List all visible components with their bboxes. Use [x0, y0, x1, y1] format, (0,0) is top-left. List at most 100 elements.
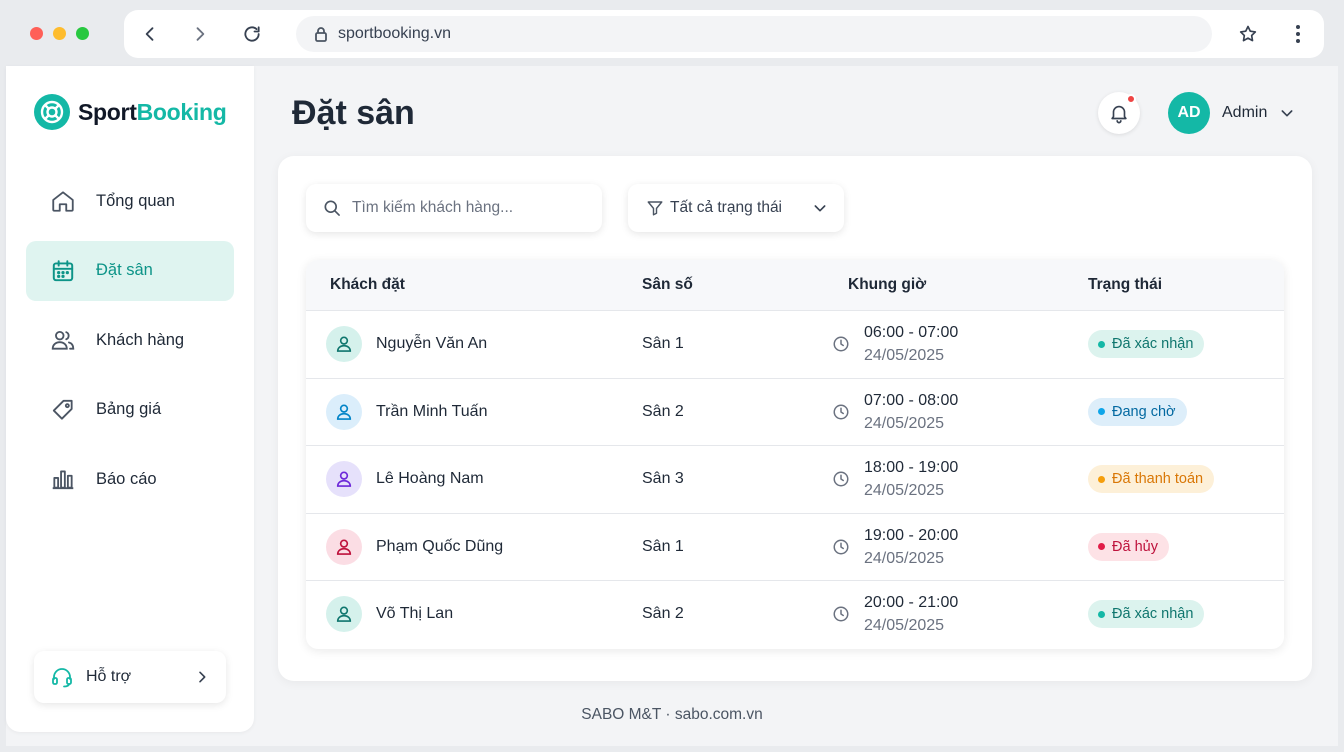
customer-name[interactable]: Lê Hoàng Nam	[376, 470, 484, 488]
court-cell: Sân 3	[642, 470, 684, 488]
sidebar-item-customers[interactable]: Khách hàng	[26, 310, 234, 370]
customer-avatar	[326, 326, 362, 363]
booking-date: 24/05/2025	[864, 347, 945, 365]
header-time-slot[interactable]: Khung giờ	[848, 276, 926, 294]
time-cell: 18:00 - 19:00 24/05/2025	[832, 456, 958, 502]
time-range: 19:00 - 20:00	[864, 526, 959, 544]
time-cell: 06:00 - 07:00 24/05/2025	[832, 321, 958, 367]
sidebar-item-reports[interactable]: Báo cáo	[26, 449, 234, 509]
time-text: 19:00 - 20:00 24/05/2025	[864, 524, 958, 570]
time-range: 18:00 - 19:00	[864, 459, 959, 477]
header-customer[interactable]: Khách đặt	[330, 276, 405, 294]
sidebar-item-label: Báo cáo	[96, 469, 157, 488]
home-icon	[50, 188, 76, 214]
clock-icon	[833, 404, 849, 420]
tag-icon	[50, 397, 76, 423]
chevron-right-icon	[196, 27, 205, 41]
footer-text: SABO M&T · sabo.com.vn	[581, 706, 763, 723]
logo-mark	[34, 94, 70, 130]
table-row[interactable]: Phạm Quốc Dũng Sân 1 19:00 - 20:00 24/05…	[306, 512, 1284, 581]
status-label: Đã xác nhận	[1112, 336, 1194, 353]
header-status[interactable]: Trạng thái	[1088, 276, 1162, 294]
reload-button[interactable]	[240, 22, 264, 46]
table-body: Nguyễn Văn An Sân 1 06:00 - 07:00 24/05/…	[306, 310, 1284, 648]
status-cell: Đang chờ	[1088, 397, 1187, 426]
minimize-window-button[interactable]	[53, 27, 66, 40]
table-row[interactable]: Võ Thị Lan Sân 2 20:00 - 21:00 24/05/202…	[306, 580, 1284, 648]
search-input[interactable]	[352, 199, 582, 217]
status-cell: Đã xác nhận	[1088, 330, 1205, 359]
maximize-window-button[interactable]	[76, 27, 89, 40]
customer-name[interactable]: Nguyễn Văn An	[376, 335, 487, 353]
brand-name-part2: Booking	[136, 98, 227, 125]
filter-icon	[647, 201, 663, 216]
status-badge: Đã hủy	[1088, 532, 1169, 561]
headset-icon	[52, 668, 72, 688]
customer-name[interactable]: Phạm Quốc Dũng	[376, 538, 503, 556]
time-text: 20:00 - 21:00 24/05/2025	[864, 591, 958, 637]
status-label: Đang chờ	[1112, 403, 1176, 420]
bar-chart-icon	[50, 466, 76, 492]
bookmark-button[interactable]	[1236, 22, 1260, 46]
table-row[interactable]: Lê Hoàng Nam Sân 3 18:00 - 19:00 24/05/2…	[306, 445, 1284, 513]
status-filter-select[interactable]: Tất cả trạng thái	[628, 184, 844, 232]
court-cell: Sân 2	[642, 605, 684, 623]
support-label: Hỗ trợ	[86, 668, 132, 685]
customer-cell: Phạm Quốc Dũng	[326, 528, 503, 565]
time-text: 06:00 - 07:00 24/05/2025	[864, 321, 958, 367]
brand-logo[interactable]: SportBooking	[34, 94, 227, 130]
sidebar-item-bookings[interactable]: Đặt sân	[26, 240, 234, 301]
user-icon	[336, 404, 352, 420]
user-name: Admin	[1222, 104, 1268, 121]
booking-date: 24/05/2025	[864, 617, 945, 635]
customer-cell: Trần Minh Tuấn	[326, 393, 487, 430]
chevron-left-icon	[145, 27, 154, 41]
support-button[interactable]: Hỗ trợ	[34, 651, 226, 703]
customer-name[interactable]: Trần Minh Tuấn	[376, 403, 487, 421]
user-icon	[336, 471, 352, 488]
brand-name: SportBooking	[78, 98, 227, 126]
time-range: 06:00 - 07:00	[864, 324, 959, 342]
booking-date: 24/05/2025	[864, 414, 945, 432]
header-court[interactable]: Sân số	[642, 276, 693, 294]
sidebar-item-label: Bảng giá	[96, 400, 162, 418]
page-title: Đặt sân	[292, 94, 415, 132]
notification-button[interactable]	[1098, 92, 1140, 134]
sidebar-item-pricing[interactable]: Bảng giá	[26, 380, 234, 440]
status-label: Đã hủy	[1112, 538, 1158, 555]
lifebuoy-icon	[40, 100, 64, 124]
status-cell: Đã thanh toán	[1088, 465, 1215, 494]
sidebar-item-label: Đặt sân	[96, 261, 153, 279]
search-box[interactable]	[306, 184, 602, 232]
address-bar[interactable]: sportbooking.vn	[296, 16, 1212, 52]
table-header: Khách đặt Sân số Khung giờ Trạng thái	[306, 260, 1284, 310]
sidebar-menu: Tổng quan Đặt sân Khách hàng Bảng giá Bá…	[26, 171, 234, 519]
avatar: AD	[1168, 92, 1210, 134]
more-vertical-icon	[1296, 25, 1300, 43]
court-cell: Sân 1	[642, 335, 684, 353]
customer-name[interactable]: Võ Thị Lan	[376, 605, 453, 623]
clock-icon	[833, 471, 849, 487]
table-row[interactable]: Nguyễn Văn An Sân 1 06:00 - 07:00 24/05/…	[306, 310, 1284, 378]
user-menu[interactable]: AD Admin	[1168, 92, 1295, 134]
brand-name-part1: Sport	[78, 98, 137, 125]
window-controls	[30, 27, 89, 40]
chevron-down-icon	[1281, 110, 1293, 117]
bookings-table: Khách đặt Sân số Khung giờ Trạng thái Ng…	[306, 260, 1284, 649]
url-text: sportbooking.vn	[338, 25, 451, 42]
clock-icon	[833, 606, 849, 622]
star-icon	[1239, 25, 1257, 42]
forward-button[interactable]	[188, 22, 212, 46]
status-label: Đã xác nhận	[1112, 606, 1194, 623]
lock-icon	[315, 27, 327, 42]
sidebar-item-overview[interactable]: Tổng quan	[26, 171, 234, 231]
court-cell: Sân 2	[642, 402, 684, 420]
time-range: 20:00 - 21:00	[864, 594, 959, 612]
close-window-button[interactable]	[30, 27, 43, 40]
browser-menu-button[interactable]	[1286, 22, 1310, 46]
booking-date: 24/05/2025	[864, 482, 945, 500]
search-icon	[324, 200, 340, 216]
time-text: 18:00 - 19:00 24/05/2025	[864, 456, 958, 502]
table-row[interactable]: Trần Minh Tuấn Sân 2 07:00 - 08:00 24/05…	[306, 377, 1284, 446]
back-button[interactable]	[138, 22, 162, 46]
